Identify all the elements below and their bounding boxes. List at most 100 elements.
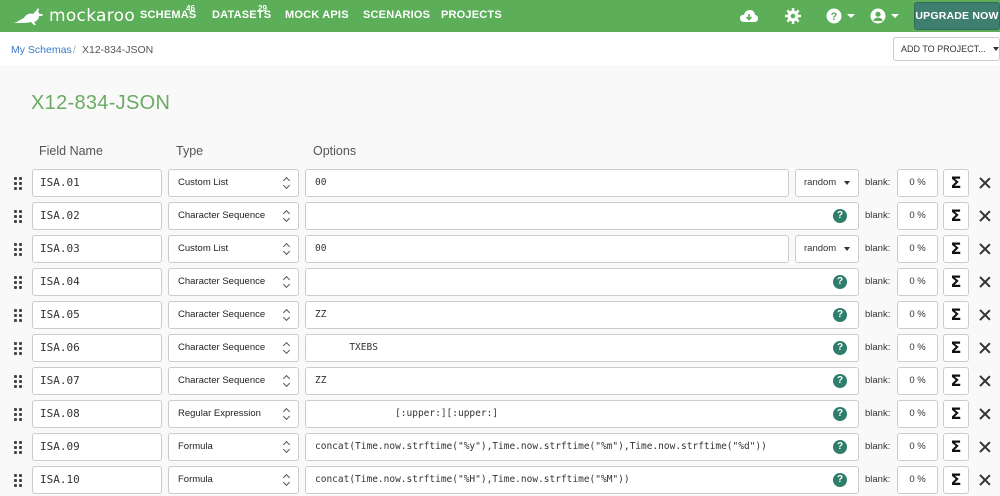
field-options-input[interactable]: concat(Time.now.strftime("%y"),Time.now.… <box>305 433 859 461</box>
logo[interactable]: mockaroo <box>12 5 135 27</box>
field-options-input[interactable]: 00 <box>305 169 789 197</box>
field-options-input[interactable]: ? <box>305 202 859 230</box>
blank-label: blank: <box>865 474 891 485</box>
delete-field-icon[interactable] <box>978 242 992 256</box>
formula-sigma-button[interactable]: Σ <box>943 433 969 461</box>
select-arrows-icon <box>283 342 290 354</box>
drag-handle-icon[interactable] <box>14 276 24 289</box>
field-options-input[interactable]: ZZ? <box>305 301 859 329</box>
field-type-select[interactable]: Custom List <box>168 169 299 197</box>
delete-field-icon[interactable] <box>978 176 992 190</box>
field-type-select[interactable]: Regular Expression <box>168 400 299 428</box>
blank-percent-input[interactable]: 0 % <box>897 466 938 494</box>
help-icon[interactable]: ? <box>833 209 847 223</box>
help-icon[interactable]: ? <box>833 440 847 454</box>
formula-sigma-button[interactable]: Σ <box>943 301 969 329</box>
list-mode-select[interactable]: random <box>795 235 859 263</box>
gear-icon[interactable] <box>784 6 802 26</box>
help-icon[interactable]: ? <box>833 275 847 289</box>
field-name-input[interactable]: ISA.09 <box>32 433 162 461</box>
drag-handle-icon[interactable] <box>14 243 24 256</box>
field-type-select[interactable]: Character Sequence <box>168 268 299 296</box>
field-name-input[interactable]: ISA.04 <box>32 268 162 296</box>
formula-sigma-button[interactable]: Σ <box>943 400 969 428</box>
nav-scenarios[interactable]: SCENARIOS <box>363 9 430 21</box>
help-icon[interactable]: ? <box>833 473 847 487</box>
drag-handle-icon[interactable] <box>14 177 24 190</box>
breadcrumb-my-schemas[interactable]: My Schemas <box>11 44 72 56</box>
blank-percent-input[interactable]: 0 % <box>897 433 938 461</box>
field-options-input[interactable]: [:upper:][:upper:]? <box>305 400 859 428</box>
cloud-download-icon[interactable] <box>739 6 759 26</box>
delete-field-icon[interactable] <box>978 374 992 388</box>
field-type-select[interactable]: Character Sequence <box>168 334 299 362</box>
delete-field-icon[interactable] <box>978 407 992 421</box>
blank-percent-input[interactable]: 0 % <box>897 235 938 263</box>
field-type-select[interactable]: Character Sequence <box>168 202 299 230</box>
list-mode-select[interactable]: random <box>795 169 859 197</box>
blank-percent-input[interactable]: 0 % <box>897 169 938 197</box>
blank-label: blank: <box>865 243 891 254</box>
delete-field-icon[interactable] <box>978 209 992 223</box>
field-options-input[interactable]: concat(Time.now.strftime("%H"),Time.now.… <box>305 466 859 494</box>
field-options-input[interactable]: ? <box>305 268 859 296</box>
formula-sigma-button[interactable]: Σ <box>943 367 969 395</box>
formula-sigma-button[interactable]: Σ <box>943 169 969 197</box>
blank-percent-input[interactable]: 0 % <box>897 367 938 395</box>
account-menu[interactable] <box>870 6 899 26</box>
help-menu[interactable]: ? <box>826 6 855 26</box>
drag-handle-icon[interactable] <box>14 309 24 322</box>
delete-field-icon[interactable] <box>978 275 992 289</box>
nav-projects[interactable]: PROJECTS <box>441 9 502 21</box>
field-type-select[interactable]: Formula <box>168 433 299 461</box>
help-icon[interactable]: ? <box>833 374 847 388</box>
field-options-input[interactable]: 00 <box>305 235 789 263</box>
field-type-select[interactable]: Custom List <box>168 235 299 263</box>
delete-field-icon[interactable] <box>978 473 992 487</box>
formula-sigma-button[interactable]: Σ <box>943 334 969 362</box>
blank-percent-input[interactable]: 0 % <box>897 334 938 362</box>
field-type-select[interactable]: Character Sequence <box>168 367 299 395</box>
drag-handle-icon[interactable] <box>14 210 24 223</box>
delete-field-icon[interactable] <box>978 440 992 454</box>
field-options-value: [:upper:][:upper:] <box>315 408 499 419</box>
delete-field-icon[interactable] <box>978 341 992 355</box>
blank-percent-input[interactable]: 0 % <box>897 268 938 296</box>
field-name-input[interactable]: ISA.02 <box>32 202 162 230</box>
help-icon[interactable]: ? <box>833 341 847 355</box>
field-name-input[interactable]: ISA.10 <box>32 466 162 494</box>
drag-handle-icon[interactable] <box>14 474 24 487</box>
formula-sigma-button[interactable]: Σ <box>943 466 969 494</box>
blank-percent-input[interactable]: 0 % <box>897 202 938 230</box>
upgrade-now-button[interactable]: UPGRADE NOW <box>914 2 1000 30</box>
chevron-down-icon <box>992 47 999 51</box>
help-icon[interactable]: ? <box>833 407 847 421</box>
field-name-input[interactable]: ISA.05 <box>32 301 162 329</box>
list-mode-label: random <box>804 177 837 188</box>
add-to-project-dropdown[interactable]: ADD TO PROJECT... <box>893 37 1000 61</box>
blank-percent-input[interactable]: 0 % <box>897 301 938 329</box>
formula-sigma-button[interactable]: Σ <box>943 202 969 230</box>
field-name-input[interactable]: ISA.07 <box>32 367 162 395</box>
drag-handle-icon[interactable] <box>14 375 24 388</box>
field-name-input[interactable]: ISA.06 <box>32 334 162 362</box>
field-name-input[interactable]: ISA.03 <box>32 235 162 263</box>
drag-handle-icon[interactable] <box>14 342 24 355</box>
nav-mock-apis[interactable]: MOCK APIS <box>285 9 349 21</box>
field-name-input[interactable]: ISA.01 <box>32 169 162 197</box>
field-options-input[interactable]: ZZ? <box>305 367 859 395</box>
field-name-input[interactable]: ISA.08 <box>32 400 162 428</box>
drag-handle-icon[interactable] <box>14 408 24 421</box>
field-options-input[interactable]: TXEBS? <box>305 334 859 362</box>
blank-percent-input[interactable]: 0 % <box>897 400 938 428</box>
field-type-label: Character Sequence <box>178 276 266 287</box>
help-icon[interactable]: ? <box>833 308 847 322</box>
field-row: ISA.01 Custom List 00 random blank: 0 % Σ <box>0 169 1000 198</box>
formula-sigma-button[interactable]: Σ <box>943 235 969 263</box>
formula-sigma-button[interactable]: Σ <box>943 268 969 296</box>
field-type-select[interactable]: Formula <box>168 466 299 494</box>
drag-handle-icon[interactable] <box>14 441 24 454</box>
delete-field-icon[interactable] <box>978 308 992 322</box>
field-type-select[interactable]: Character Sequence <box>168 301 299 329</box>
field-row: ISA.07 Character Sequence ZZ? blank: 0 % Σ <box>0 367 1000 396</box>
